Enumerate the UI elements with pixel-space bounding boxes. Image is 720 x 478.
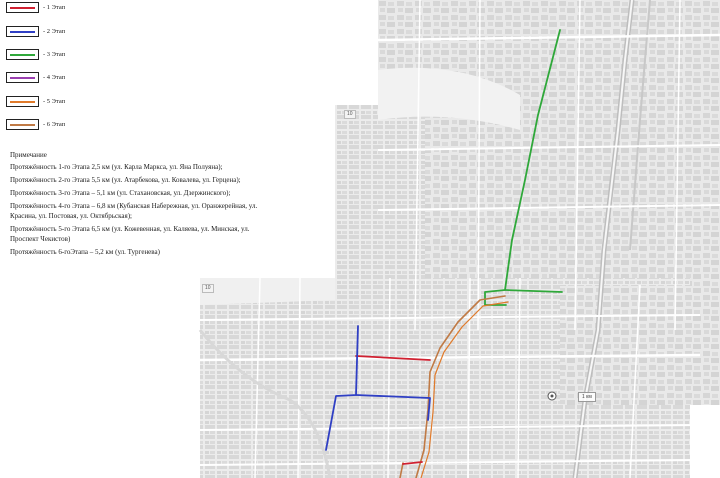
note-line: Протяжённость 4-го Этапа – 6,8 км (Кубан… xyxy=(10,202,258,210)
note-line: Протяжённость 5-го Этапа 6,5 км (ул. Кож… xyxy=(10,225,250,233)
legend-swatch xyxy=(6,96,39,107)
legend-swatch xyxy=(6,72,39,83)
map-scale: 1 км xyxy=(578,392,596,402)
legend-swatch xyxy=(6,2,39,13)
legend-label: - 3 Этап xyxy=(43,51,66,58)
legend-item-stage-1: - 1 Этап xyxy=(6,2,136,16)
legend-label: - 5 Этап xyxy=(43,98,66,105)
legend-swatch xyxy=(6,49,39,60)
map-badge: 10 xyxy=(344,110,356,119)
legend-item-stage-2: - 2 Этап xyxy=(6,26,136,40)
legend-swatch xyxy=(6,119,39,130)
note-line: Протяжённость 1-го Этапа 2,5 км (ул. Кар… xyxy=(10,163,223,171)
note-line: Протяжённость 3-го Этапа – 5,1 км (ул. С… xyxy=(10,189,231,197)
legend-swatch xyxy=(6,26,39,37)
note-line: Проспект Чекистов) xyxy=(10,235,71,243)
notes: Примечание Протяжённость 1-го Этапа 2,5 … xyxy=(10,150,350,257)
legend-label: - 4 Этап xyxy=(43,74,66,81)
legend-label: - 6 Этап xyxy=(43,121,66,128)
map-badge: 10 xyxy=(202,284,214,293)
legend-item-stage-6: - 6 Этап xyxy=(6,119,136,133)
note-line: Красина, ул. Постовая, ул. Октябрьская); xyxy=(10,212,133,220)
note-line: Протяжённость 6-гоЭтапа – 5,2 км (ул. Ту… xyxy=(10,248,160,256)
legend-item-stage-3: - 3 Этап xyxy=(6,49,136,63)
legend-item-stage-5: - 5 Этап xyxy=(6,96,136,110)
notes-title: Примечание xyxy=(10,151,47,159)
map-tile-east xyxy=(560,285,720,405)
note-line: Протяжённость 2-го Этапа 5,5 км (ул. Ата… xyxy=(10,176,241,184)
legend-label: - 1 Этап xyxy=(43,4,66,11)
legend-item-stage-4: - 4 Этап xyxy=(6,72,136,86)
legend-label: - 2 Этап xyxy=(43,28,66,35)
